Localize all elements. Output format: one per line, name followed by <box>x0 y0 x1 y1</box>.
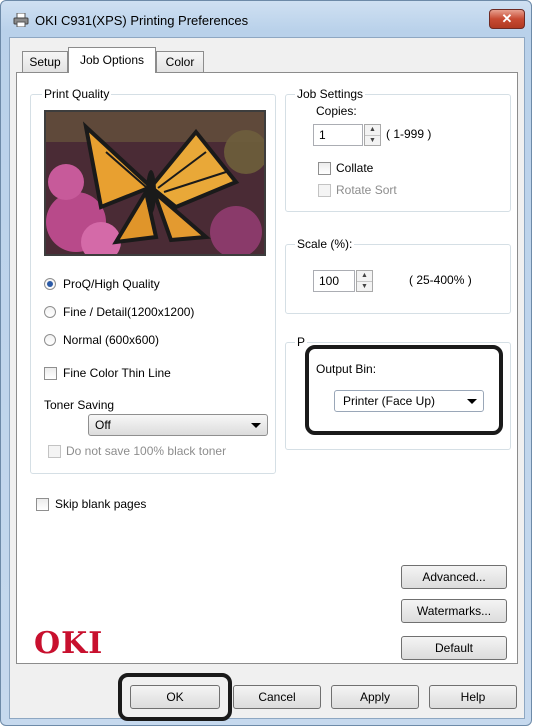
no-black-toner-label: Do not save 100% black toner <box>66 444 227 458</box>
tab-setup-label: Setup <box>29 55 61 69</box>
spin-down-icon[interactable]: ▼ <box>365 136 380 146</box>
advanced-button[interactable]: Advanced... <box>401 565 507 589</box>
oki-logo: OKI <box>34 626 104 661</box>
default-button[interactable]: Default <box>401 636 507 660</box>
fine-color-thin-line-checkbox[interactable] <box>44 367 57 380</box>
tab-job-options-label: Job Options <box>79 53 145 67</box>
tab-job-options[interactable]: Job Options <box>68 47 156 73</box>
print-quality-legend: Print Quality <box>42 87 112 101</box>
copies-spinner[interactable]: ▲ ▼ <box>364 124 381 146</box>
radio-proq-label: ProQ/High Quality <box>63 277 160 291</box>
collate-checkbox[interactable] <box>318 162 331 175</box>
radio-fine-detail-label: Fine / Detail(1200x1200) <box>63 305 195 319</box>
job-settings-legend: Job Settings <box>295 87 366 101</box>
radio-normal[interactable] <box>44 334 56 346</box>
scale-range: ( 25-400% ) <box>409 273 472 287</box>
collate-label: Collate <box>336 161 374 175</box>
cancel-button[interactable]: Cancel <box>233 685 321 709</box>
help-button[interactable]: Help <box>429 685 517 709</box>
output-legend: P <box>295 335 308 349</box>
scale-legend: Scale (%): <box>295 237 355 251</box>
radio-normal-label: Normal (600x600) <box>63 333 160 347</box>
copies-label: Copies: <box>316 104 357 118</box>
title-bar: OKI C931(XPS) Printing Preferences ✕ <box>1 1 533 37</box>
toner-saving-value: Off <box>95 418 111 432</box>
radio-fine-detail[interactable] <box>44 306 56 318</box>
close-button[interactable]: ✕ <box>489 9 525 29</box>
dropdown-arrow-icon <box>251 423 261 428</box>
tab-color-label: Color <box>165 55 195 69</box>
output-bin-highlight-callout <box>305 345 503 435</box>
apply-button[interactable]: Apply <box>331 685 419 709</box>
rotate-sort-label: Rotate Sort <box>336 183 397 197</box>
fine-color-thin-line-label: Fine Color Thin Line <box>63 366 171 380</box>
spin-up-icon[interactable]: ▲ <box>365 125 380 136</box>
scale-spinner[interactable]: ▲ ▼ <box>356 270 373 292</box>
skip-blank-pages-checkbox[interactable] <box>36 498 49 511</box>
spin-down-icon[interactable]: ▼ <box>357 282 372 292</box>
window-title: OKI C931(XPS) Printing Preferences <box>35 13 249 28</box>
copies-input[interactable]: 1 <box>313 124 363 146</box>
tab-setup[interactable]: Setup <box>22 51 68 72</box>
rotate-sort-checkbox[interactable] <box>318 184 331 197</box>
ok-highlight-callout <box>118 673 232 721</box>
toner-saving-label: Toner Saving <box>44 398 115 412</box>
printer-icon <box>13 13 29 27</box>
no-black-toner-checkbox[interactable] <box>48 445 61 458</box>
scale-input[interactable]: 100 <box>313 270 355 292</box>
toner-saving-select[interactable]: Off <box>88 414 268 436</box>
watermarks-button[interactable]: Watermarks... <box>401 599 507 623</box>
print-quality-preview-image <box>44 110 266 256</box>
close-icon: ✕ <box>501 11 513 26</box>
skip-blank-pages-label: Skip blank pages <box>55 497 147 511</box>
butterfly-image <box>46 112 264 254</box>
spin-up-icon[interactable]: ▲ <box>357 271 372 282</box>
radio-proq-high-quality[interactable] <box>44 278 56 290</box>
tab-color[interactable]: Color <box>156 51 204 72</box>
copies-range: ( 1-999 ) <box>386 127 432 141</box>
